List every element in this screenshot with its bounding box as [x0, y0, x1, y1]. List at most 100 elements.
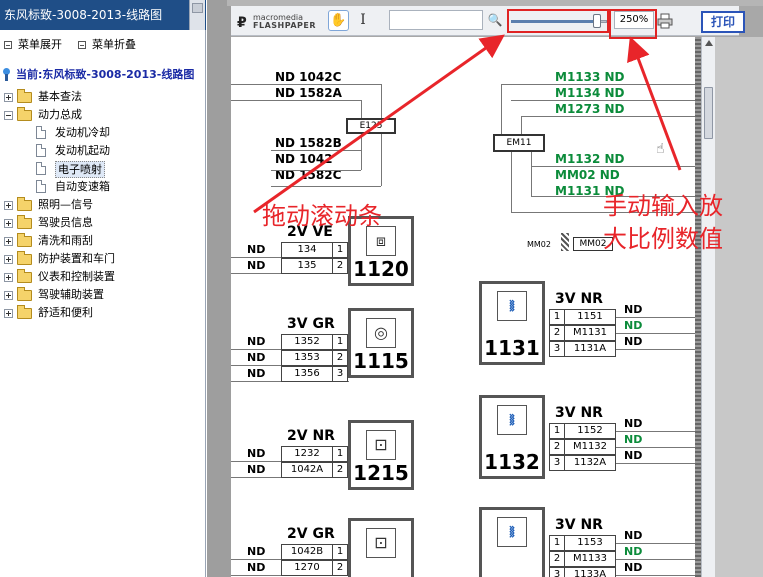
tree-folder-label: 照明—信号	[38, 198, 93, 211]
wire-label: M1273 ND	[555, 102, 625, 116]
tree-folder-label: 清洗和雨刮	[38, 234, 93, 247]
component-box[interactable]: ◎ 1115	[348, 308, 414, 378]
wire-line	[616, 447, 695, 448]
nd-label: ND	[247, 545, 266, 558]
tree-folder-label: 防护装置和车门	[38, 252, 115, 265]
tree-folder-label: 基本查法	[38, 90, 82, 103]
component-box[interactable]: ⧚	[479, 507, 545, 577]
tree-item-label: 发动机冷却	[55, 126, 110, 139]
wire-line	[521, 116, 695, 117]
pin-number: 1	[332, 242, 348, 258]
flashpaper-logo-mark: ₽	[237, 15, 247, 31]
menu-collapse-button[interactable]: 菜单折叠	[78, 36, 136, 52]
pin-signal: 1152	[564, 423, 616, 439]
vertical-scrollbar[interactable]	[701, 37, 715, 577]
viewer-left-strip	[207, 0, 231, 577]
component-box[interactable]: ⊡	[348, 518, 414, 577]
wire-label: M1134 ND	[555, 86, 625, 100]
pin-number: 1	[332, 334, 348, 350]
nd-label: ND	[247, 259, 266, 272]
hand-cursor-icon: ☝	[656, 141, 665, 157]
nd-label: ND	[624, 417, 643, 430]
search-input[interactable]	[389, 10, 483, 30]
wire-line	[501, 84, 695, 85]
nd-label: ND	[247, 561, 266, 574]
scroll-thumb[interactable]	[704, 87, 713, 139]
wire-line	[616, 317, 695, 318]
nd-label: ND	[624, 561, 643, 574]
connector-title: 3V NR	[555, 517, 603, 533]
wire-label: MM02 ND	[555, 168, 620, 182]
pin-signal: 1151	[564, 309, 616, 325]
folder-icon	[17, 197, 32, 211]
pin-number: 1	[549, 423, 565, 439]
expand-plus-icon[interactable]	[4, 219, 13, 228]
wire-line	[511, 100, 695, 101]
component-symbol-icon: ⊡	[366, 528, 396, 558]
ground-label: MM02	[527, 240, 551, 249]
injector-symbol-icon: ⧚	[497, 405, 527, 435]
connector-title: 2V NR	[287, 428, 335, 444]
document-viewer: ₽ macromedia FLASHPAPER ✋ I 🔍 250% 打印 ND…	[207, 0, 763, 577]
expand-icon	[4, 41, 12, 49]
component-box[interactable]: ⊡ 1215	[348, 420, 414, 490]
wire-label: M1132 ND	[555, 152, 625, 166]
scroll-up-arrow[interactable]	[705, 40, 713, 46]
expand-plus-icon[interactable]	[4, 309, 13, 318]
wire-line	[616, 543, 695, 544]
pin-number: 2	[332, 462, 348, 478]
slider-highlight-box	[507, 9, 609, 33]
folder-icon	[17, 269, 32, 283]
nd-label: ND	[247, 367, 266, 380]
pin-signal: 1232	[281, 446, 333, 462]
expand-plus-icon[interactable]	[4, 255, 13, 264]
text-select-button[interactable]: I	[356, 10, 370, 31]
title-scroll-thumb[interactable]	[192, 3, 203, 13]
expand-plus-icon[interactable]	[4, 237, 13, 246]
component-number: 1115	[353, 349, 409, 373]
document-page[interactable]: ND 1042C ND 1582A E125 ND 1582B ND 1042 …	[231, 37, 695, 577]
folder-icon	[17, 89, 32, 103]
expand-plus-icon[interactable]	[4, 291, 13, 300]
collapse-minus-icon[interactable]	[4, 111, 13, 120]
pin-signal: 1131A	[564, 341, 616, 357]
location-pin-icon	[2, 68, 11, 81]
printer-icon[interactable]	[657, 13, 673, 29]
tree-folder-label: 驾驶辅助装置	[38, 288, 104, 301]
folder-open-icon	[17, 107, 32, 121]
pin-number: 2	[549, 325, 565, 341]
pin-signal: M1131	[564, 325, 616, 341]
tree-root[interactable]: 当前:东风标致-3008-2013-线路图	[2, 66, 194, 84]
pin-number: 1	[549, 309, 565, 325]
nd-label: ND	[624, 319, 643, 332]
pin-number: 3	[549, 341, 565, 357]
wire-line	[616, 333, 695, 334]
folder-icon	[17, 305, 32, 319]
expand-plus-icon[interactable]	[4, 201, 13, 210]
hand-tool-button[interactable]: ✋	[328, 10, 349, 31]
expand-plus-icon[interactable]	[4, 93, 13, 102]
search-button[interactable]: 🔍	[486, 10, 504, 30]
tree-folder-label: 舒适和便利	[38, 306, 93, 319]
pin-number: 2	[332, 560, 348, 576]
expand-plus-icon[interactable]	[4, 273, 13, 282]
pin-signal: 135	[281, 258, 333, 274]
title-scrollbar[interactable]	[189, 0, 205, 30]
folder-icon	[17, 287, 32, 301]
component-box[interactable]: ⧚ 1131	[479, 281, 545, 365]
print-button[interactable]: 打印	[701, 11, 745, 33]
wire-line	[616, 559, 695, 560]
wire-line	[381, 84, 382, 120]
nd-label: ND	[624, 433, 643, 446]
annotation-drag-scrollbar: 拖动滚动条	[262, 202, 382, 230]
connector-title: 3V GR	[287, 316, 335, 332]
pin-signal: 1356	[281, 366, 333, 382]
flashpaper-logo: ₽ macromedia FLASHPAPER	[237, 13, 325, 31]
left-panel-title: 东风标致-3008-2013-线路图	[0, 0, 206, 30]
wire-label: ND 1042C	[275, 70, 342, 84]
ground-symbol	[561, 233, 569, 251]
menu-expand-button[interactable]: 菜单展开	[4, 36, 62, 52]
nd-label: ND	[624, 335, 643, 348]
component-box[interactable]: ⧚ 1132	[479, 395, 545, 479]
tree-folder-label: 动力总成	[38, 108, 82, 121]
